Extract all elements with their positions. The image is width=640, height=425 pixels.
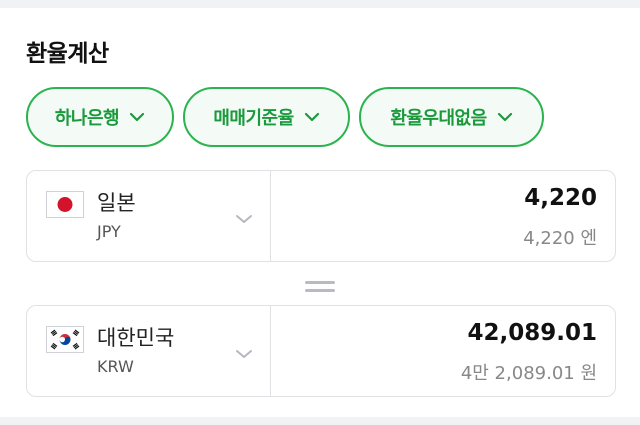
south-korea-flag-icon	[46, 326, 84, 353]
page-title: 환율계산	[26, 41, 109, 67]
from-currency-code: JPY	[97, 222, 121, 241]
to-amount-value: 42,089.01	[467, 320, 598, 346]
from-currency-row: 일본 JPY 4,220 4,220 엔	[26, 170, 616, 262]
from-amount-input[interactable]: 4,220 4,220 엔	[272, 171, 615, 261]
equals-icon	[305, 279, 335, 295]
chevron-down-icon	[129, 112, 145, 122]
to-currency-code: KRW	[97, 357, 134, 376]
from-amount-value: 4,220	[524, 185, 597, 211]
chevron-down-icon	[235, 209, 253, 228]
to-currency-row: 대한민국 KRW 42,089.01 4만 2,089.01 원	[26, 305, 616, 397]
bank-select-button[interactable]: 하나은행	[26, 87, 174, 147]
to-amount-input[interactable]: 42,089.01 4만 2,089.01 원	[272, 306, 615, 396]
from-amount-text: 4,220 엔	[523, 228, 597, 249]
preferential-rate-select-button[interactable]: 환율우대없음	[359, 87, 544, 147]
bank-select-label: 하나은행	[54, 108, 120, 129]
chevron-down-icon	[235, 344, 253, 363]
from-currency-name: 일본	[97, 191, 136, 215]
rate-type-label: 매매기준율	[213, 108, 294, 129]
exchange-rate-calculator: 환율계산 하나은행 매매기준율 환율우대없음 일본 JPY 4,220 4,22…	[0, 8, 640, 417]
preferential-rate-label: 환율우대없음	[390, 108, 487, 129]
chevron-down-icon	[497, 112, 513, 122]
chevron-down-icon	[304, 112, 320, 122]
japan-flag-icon	[46, 191, 84, 218]
to-amount-text: 4만 2,089.01 원	[460, 363, 597, 384]
rate-type-select-button[interactable]: 매매기준율	[183, 87, 350, 147]
to-currency-select[interactable]: 대한민국 KRW	[27, 306, 271, 396]
from-currency-select[interactable]: 일본 JPY	[27, 171, 271, 261]
to-currency-name: 대한민국	[97, 326, 175, 350]
